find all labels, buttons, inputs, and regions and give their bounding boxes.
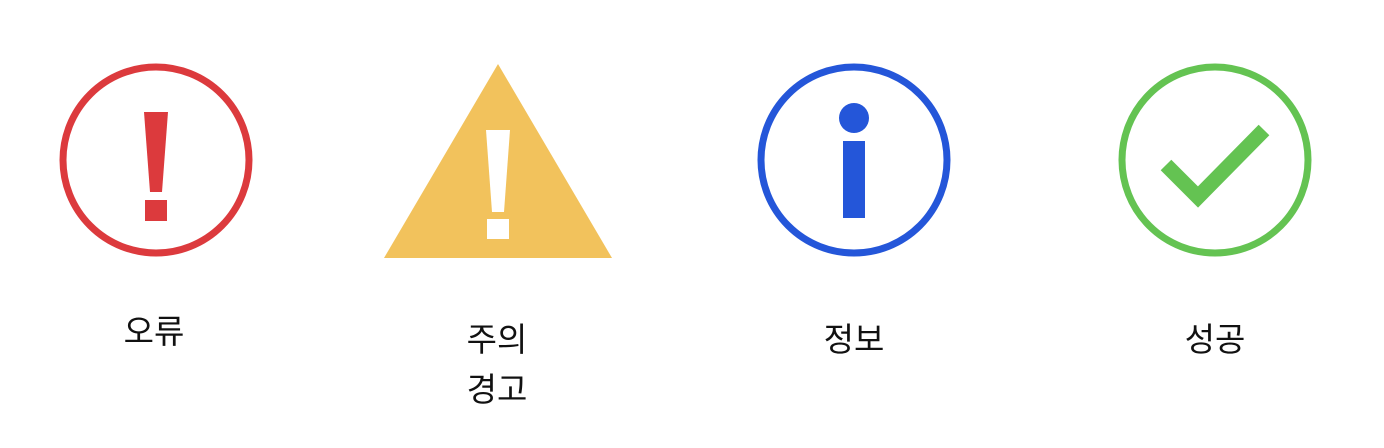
error-icon: [58, 62, 254, 258]
info-icon: [756, 62, 952, 258]
success-icon: [1116, 62, 1314, 258]
success-label: 성공: [1184, 320, 1246, 359]
info-label: 정보: [823, 320, 885, 359]
warning-icon: [384, 64, 612, 258]
warning-label: 주의 경고: [466, 320, 528, 409]
error-label: 오류: [123, 312, 185, 351]
